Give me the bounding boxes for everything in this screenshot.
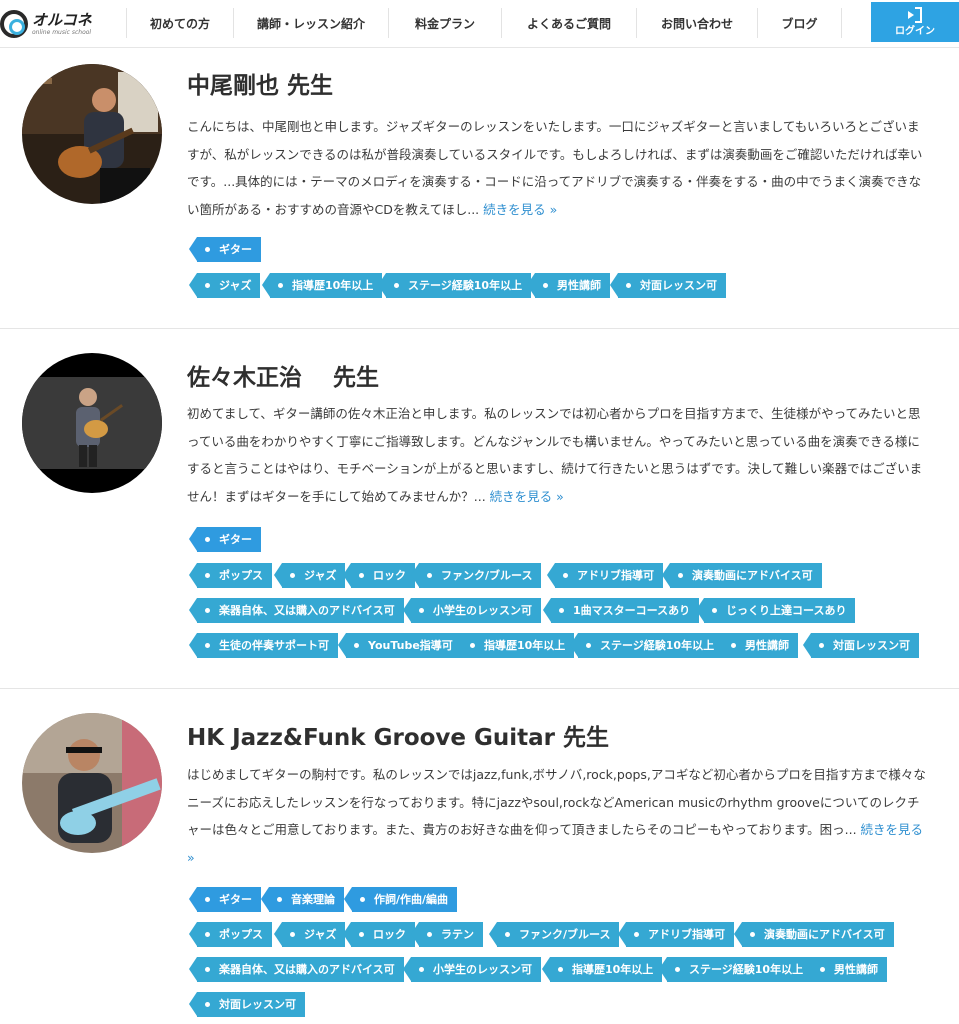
nav-first-time[interactable]: 初めての方 [126, 8, 233, 38]
feature-tag[interactable]: ステージ経験10年以上 [377, 273, 532, 298]
feature-tag[interactable]: ジャズ [273, 922, 346, 947]
feature-tag[interactable]: 対面レッスン可 [189, 992, 305, 1017]
nav-pricing[interactable]: 料金プラン [388, 8, 501, 38]
login-label: ログイン [895, 26, 935, 37]
feature-tag[interactable]: ステージ経験10年以上 [658, 957, 813, 982]
nav-teachers[interactable]: 講師・レッスン紹介 [233, 8, 388, 38]
feature-tag[interactable]: ポップス [189, 922, 272, 947]
feature-tag[interactable]: ポップス [189, 563, 272, 588]
feature-tag[interactable]: 1曲マスターコースあり [542, 598, 700, 623]
site-logo[interactable]: オルコネ online music school [0, 6, 120, 42]
feature-tag[interactable]: ファンク/ブルース [410, 563, 542, 588]
teacher-bio: こんにちは、中尾剛也と申します。ジャズギターのレッスンをいたします。一口にジャズ… [187, 113, 927, 223]
feature-tag[interactable]: 生徒の伴奏サポート可 [189, 633, 338, 658]
teacher-bio: 初めてまして、ギター講師の佐々木正治と申します。私のレッスンでは初心者からプロを… [187, 400, 927, 510]
instrument-tag[interactable]: ギター [189, 887, 261, 912]
nav-blog[interactable]: ブログ [757, 8, 842, 38]
feature-tag[interactable]: 楽器自体、又は購入のアドバイス可 [189, 957, 404, 982]
teacher-avatar[interactable] [22, 64, 162, 204]
teacher-avatar[interactable] [22, 713, 162, 853]
teacher-avatar[interactable] [22, 353, 162, 493]
feature-tag[interactable]: ファンク/ブルース [488, 922, 620, 947]
teacher-photo [22, 713, 162, 853]
feature-tag[interactable]: YouTube指導可 [338, 633, 462, 658]
section-divider [0, 328, 959, 329]
feature-tag[interactable]: アドリブ指導可 [547, 563, 663, 588]
login-button[interactable]: ログイン [871, 2, 959, 42]
instrument-tag[interactable]: ギター [189, 237, 261, 262]
feature-tag[interactable]: ステージ経験10年以上 [569, 633, 724, 658]
instrument-tag[interactable]: 音楽理論 [261, 887, 344, 912]
instrument-tag[interactable]: ギター [189, 527, 261, 552]
teacher-name[interactable]: 中尾剛也 先生 [187, 66, 333, 100]
logo-name: オルコネ [32, 10, 92, 29]
section-divider [0, 688, 959, 689]
feature-tag[interactable]: ジャズ [188, 273, 261, 298]
feature-tag[interactable]: 演奏動画にアドバイス可 [662, 563, 822, 588]
feature-tag[interactable]: ロック [343, 563, 415, 588]
feature-tag[interactable]: ジャズ [273, 563, 346, 588]
instrument-tag[interactable]: 作詞/作曲/編曲 [343, 887, 458, 912]
teacher-photo [22, 353, 162, 493]
feature-tag[interactable]: 男性講師 [715, 633, 798, 658]
feature-tag[interactable]: じっくり上達コースあり [695, 598, 856, 623]
nav-faq[interactable]: よくあるご質問 [501, 8, 636, 38]
feature-tag[interactable]: 対面レッスン可 [610, 273, 726, 298]
teacher-bio-text: はじめましてギターの駒村です。私のレッスンではjazz,funk,ボサノバ,ro… [187, 767, 926, 837]
feature-tag[interactable]: 演奏動画にアドバイス可 [734, 922, 894, 947]
feature-tag[interactable]: 指導歴10年以上 [453, 633, 575, 658]
feature-tag[interactable]: ラテン [411, 922, 483, 947]
teacher-name[interactable]: HK Jazz&Funk Groove Guitar 先生 [187, 718, 609, 752]
feature-tag[interactable]: 小学生のレッスン可 [403, 598, 541, 623]
login-icon [908, 7, 922, 23]
feature-tag[interactable]: 小学生のレッスン可 [403, 957, 541, 982]
feature-tag[interactable]: 指導歴10年以上 [261, 273, 383, 298]
feature-tag[interactable]: 男性講師 [804, 957, 887, 982]
site-header: オルコネ online music school 初めての方 講師・レッスン紹介… [0, 0, 959, 48]
read-more-link[interactable]: 続きを見る » [483, 202, 557, 217]
logo-icon [0, 10, 28, 38]
main-nav: 初めての方 講師・レッスン紹介 料金プラン よくあるご質問 お問い合わせ ブログ [126, 8, 842, 38]
feature-tag[interactable]: 男性講師 [527, 273, 610, 298]
teacher-photo [22, 64, 162, 204]
teacher-bio: はじめましてギターの駒村です。私のレッスンではjazz,funk,ボサノバ,ro… [187, 761, 927, 871]
feature-tag[interactable]: ロック [343, 922, 415, 947]
logo-subtitle: online music school [32, 28, 92, 36]
feature-tag[interactable]: アドリブ指導可 [618, 922, 734, 947]
nav-contact[interactable]: お問い合わせ [636, 8, 757, 38]
feature-tag[interactable]: 指導歴10年以上 [541, 957, 663, 982]
teacher-name[interactable]: 佐々木正治 先生 [187, 358, 379, 392]
read-more-link[interactable]: 続きを見る » [490, 489, 564, 504]
feature-tag[interactable]: 対面レッスン可 [803, 633, 919, 658]
feature-tag[interactable]: 楽器自体、又は購入のアドバイス可 [189, 598, 404, 623]
